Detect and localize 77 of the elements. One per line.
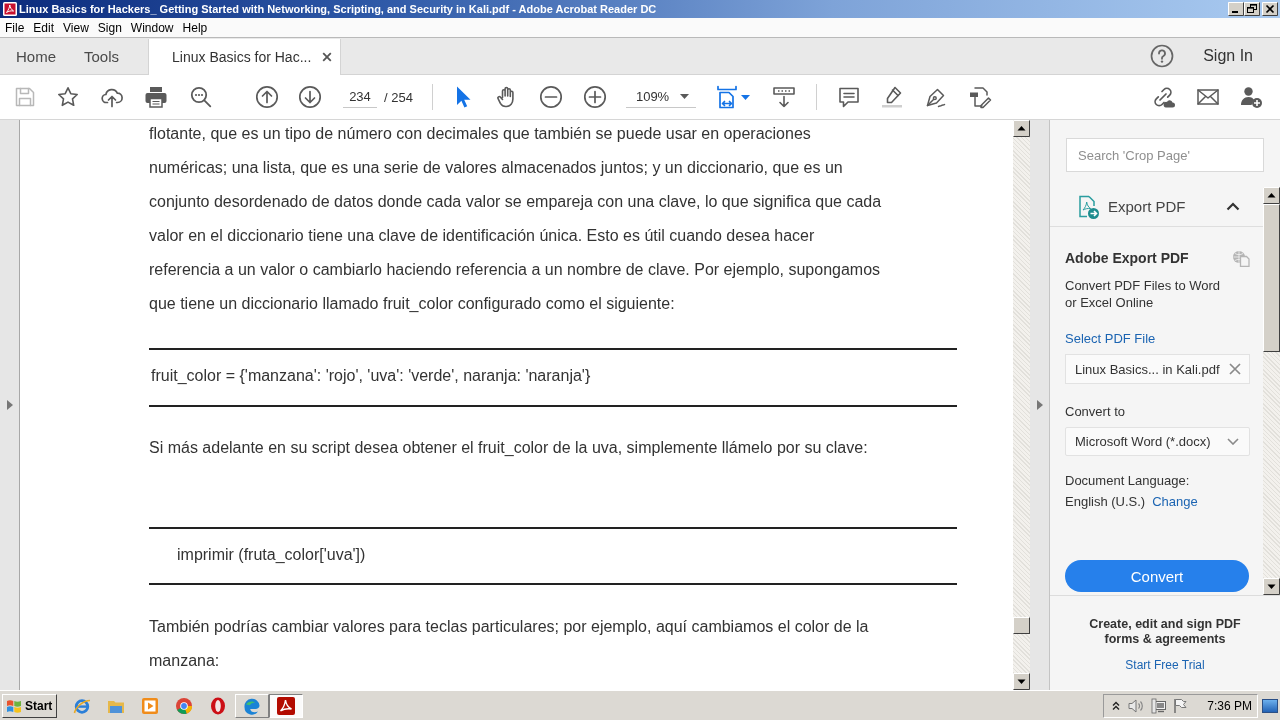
menu-item[interactable]: File <box>5 20 25 35</box>
arrow-up-circle-icon[interactable] <box>255 85 279 109</box>
page-arrow-icon[interactable] <box>1076 193 1100 220</box>
free-trial-link[interactable]: Start Free Trial <box>1125 658 1205 672</box>
start-button[interactable]: Start <box>2 693 58 718</box>
fit-page-icon[interactable] <box>714 85 739 109</box>
scroll-mode-icon[interactable] <box>771 85 796 109</box>
scroll-down-icon[interactable] <box>1263 578 1280 595</box>
triangle-icon[interactable] <box>1036 400 1043 410</box>
app-tile-icon <box>3 2 17 16</box>
zoom-dropdown[interactable]: 109% <box>625 86 696 108</box>
star-icon[interactable] <box>56 85 80 109</box>
scrollbar-thumb[interactable] <box>1013 617 1030 634</box>
segmented-circle-icon[interactable] <box>174 695 195 716</box>
menu-item[interactable]: Sign <box>97 20 122 35</box>
section-title[interactable]: Export PDF <box>1108 198 1186 215</box>
flag-icon[interactable] <box>1173 698 1188 713</box>
language-value: English (U.S.) <box>1065 493 1146 510</box>
code-line: imprimir (fruta_color['uva']) <box>177 546 366 563</box>
app-tile-icon[interactable] <box>276 695 297 716</box>
clock: 7:36 PM <box>1207 698 1252 713</box>
page-pencil-icon[interactable] <box>967 85 992 109</box>
restore-icon[interactable] <box>1244 2 1260 16</box>
menu-item[interactable]: Edit <box>33 20 55 35</box>
paragraph: Si más adelante en su script desea obtener el fruit_color de la uva, simplemente llámelo por su clave: <box>149 438 868 458</box>
flag-logo-icon <box>6 698 22 713</box>
change-link[interactable]: Change <box>1152 493 1198 510</box>
taskbar-button[interactable] <box>269 693 304 718</box>
chevron-down-icon[interactable] <box>1227 438 1239 445</box>
field-label: Convert to <box>1065 403 1125 420</box>
caret-icon[interactable] <box>740 94 750 100</box>
promo-text: Create, edit and sign PDF forms & agreements <box>1088 617 1242 647</box>
speaker-icon[interactable] <box>1128 698 1146 713</box>
triangle-icon[interactable] <box>6 400 13 410</box>
help-icon[interactable] <box>1150 44 1175 68</box>
comment-icon[interactable] <box>836 85 861 109</box>
menu-item[interactable]: Help <box>182 20 208 35</box>
caret-icon[interactable] <box>679 94 689 99</box>
page-count: / 254 <box>384 89 413 105</box>
arrow-down-circle-icon[interactable] <box>298 85 322 109</box>
close-icon[interactable] <box>1262 2 1278 16</box>
add-user-icon[interactable] <box>1239 85 1263 109</box>
paragraph: flotante, que es un tipo de número con decimales que también se puede usar en operaciones numéricas; una lista, que es una serie de valores almacenados juntos; y un diccionario, que es un conjunto desordenado de datos donde cada valor se empareja con una clave, lo que significa que cada valor en el diccionario tiene una clave de identificación única. Esto es útil cuando desea hacer referencia a un valor o cambiarlo haciendo referencia a un nombre de clave. Por ejemplo, supongamos que tiene un diccionario llamado fruit_color configurado como el siguiente: <box>149 124 882 314</box>
marker-icon[interactable] <box>879 85 904 109</box>
format-dropdown[interactable]: Microsoft Word (*.docx) <box>1065 427 1250 456</box>
panel-heading: Adobe Export PDF <box>1065 250 1189 266</box>
screen-icon[interactable] <box>1262 696 1278 715</box>
file-field[interactable]: Linux Basics... in Kali.pdf <box>1065 354 1250 384</box>
scroll-up-icon[interactable] <box>1013 120 1030 137</box>
panel-description: Convert PDF Files to Word or Excel Online <box>1065 277 1222 311</box>
code-line: fruit_color = {'manzana': 'rojo', 'uva': 'verde', naranja: 'naranja'} <box>151 367 591 384</box>
zoom-out-icon[interactable] <box>538 85 563 109</box>
chevron-up-icon[interactable] <box>1226 202 1240 211</box>
paragraph: También podrías cambiar valores para teclas particulares; por ejemplo, aquí cambiamos el color de la manzana: <box>149 617 869 671</box>
field-label: Document Language: <box>1065 472 1190 489</box>
minimize-icon[interactable] <box>1228 2 1244 16</box>
scrollbar-thumb[interactable] <box>1263 204 1280 352</box>
double-caret-icon[interactable] <box>1112 700 1121 711</box>
tab[interactable]: Home <box>2 38 70 74</box>
tab[interactable]: Linux Basics for Hac... <box>148 39 342 75</box>
select-file-link[interactable]: Select PDF File <box>1065 330 1156 347</box>
convert-button[interactable]: Convert <box>1065 560 1249 592</box>
tab[interactable]: Tools <box>70 38 134 74</box>
search-field[interactable]: Search 'Crop Page' <box>1066 138 1264 172</box>
menu-item[interactable]: View <box>63 20 89 35</box>
search-icon[interactable] <box>189 85 213 109</box>
print-icon[interactable] <box>144 85 168 109</box>
computer-icon[interactable] <box>1151 697 1168 714</box>
menu-item[interactable]: Window <box>130 20 174 35</box>
play-tile-icon[interactable] <box>140 695 161 716</box>
zoom-in-icon[interactable] <box>582 85 607 109</box>
link-icon[interactable] <box>1151 85 1175 109</box>
window-title: Linux Basics for Hackers_ Getting Started with Networking, Scripting, and Security in Kali.pdf - Adobe Acrobat Reader DC <box>19 3 657 15</box>
close-icon[interactable] <box>322 52 333 62</box>
scroll-up-icon[interactable] <box>1263 187 1280 204</box>
sign-in-button[interactable]: Sign In <box>1203 47 1253 65</box>
scroll-down-icon[interactable] <box>1013 673 1030 690</box>
